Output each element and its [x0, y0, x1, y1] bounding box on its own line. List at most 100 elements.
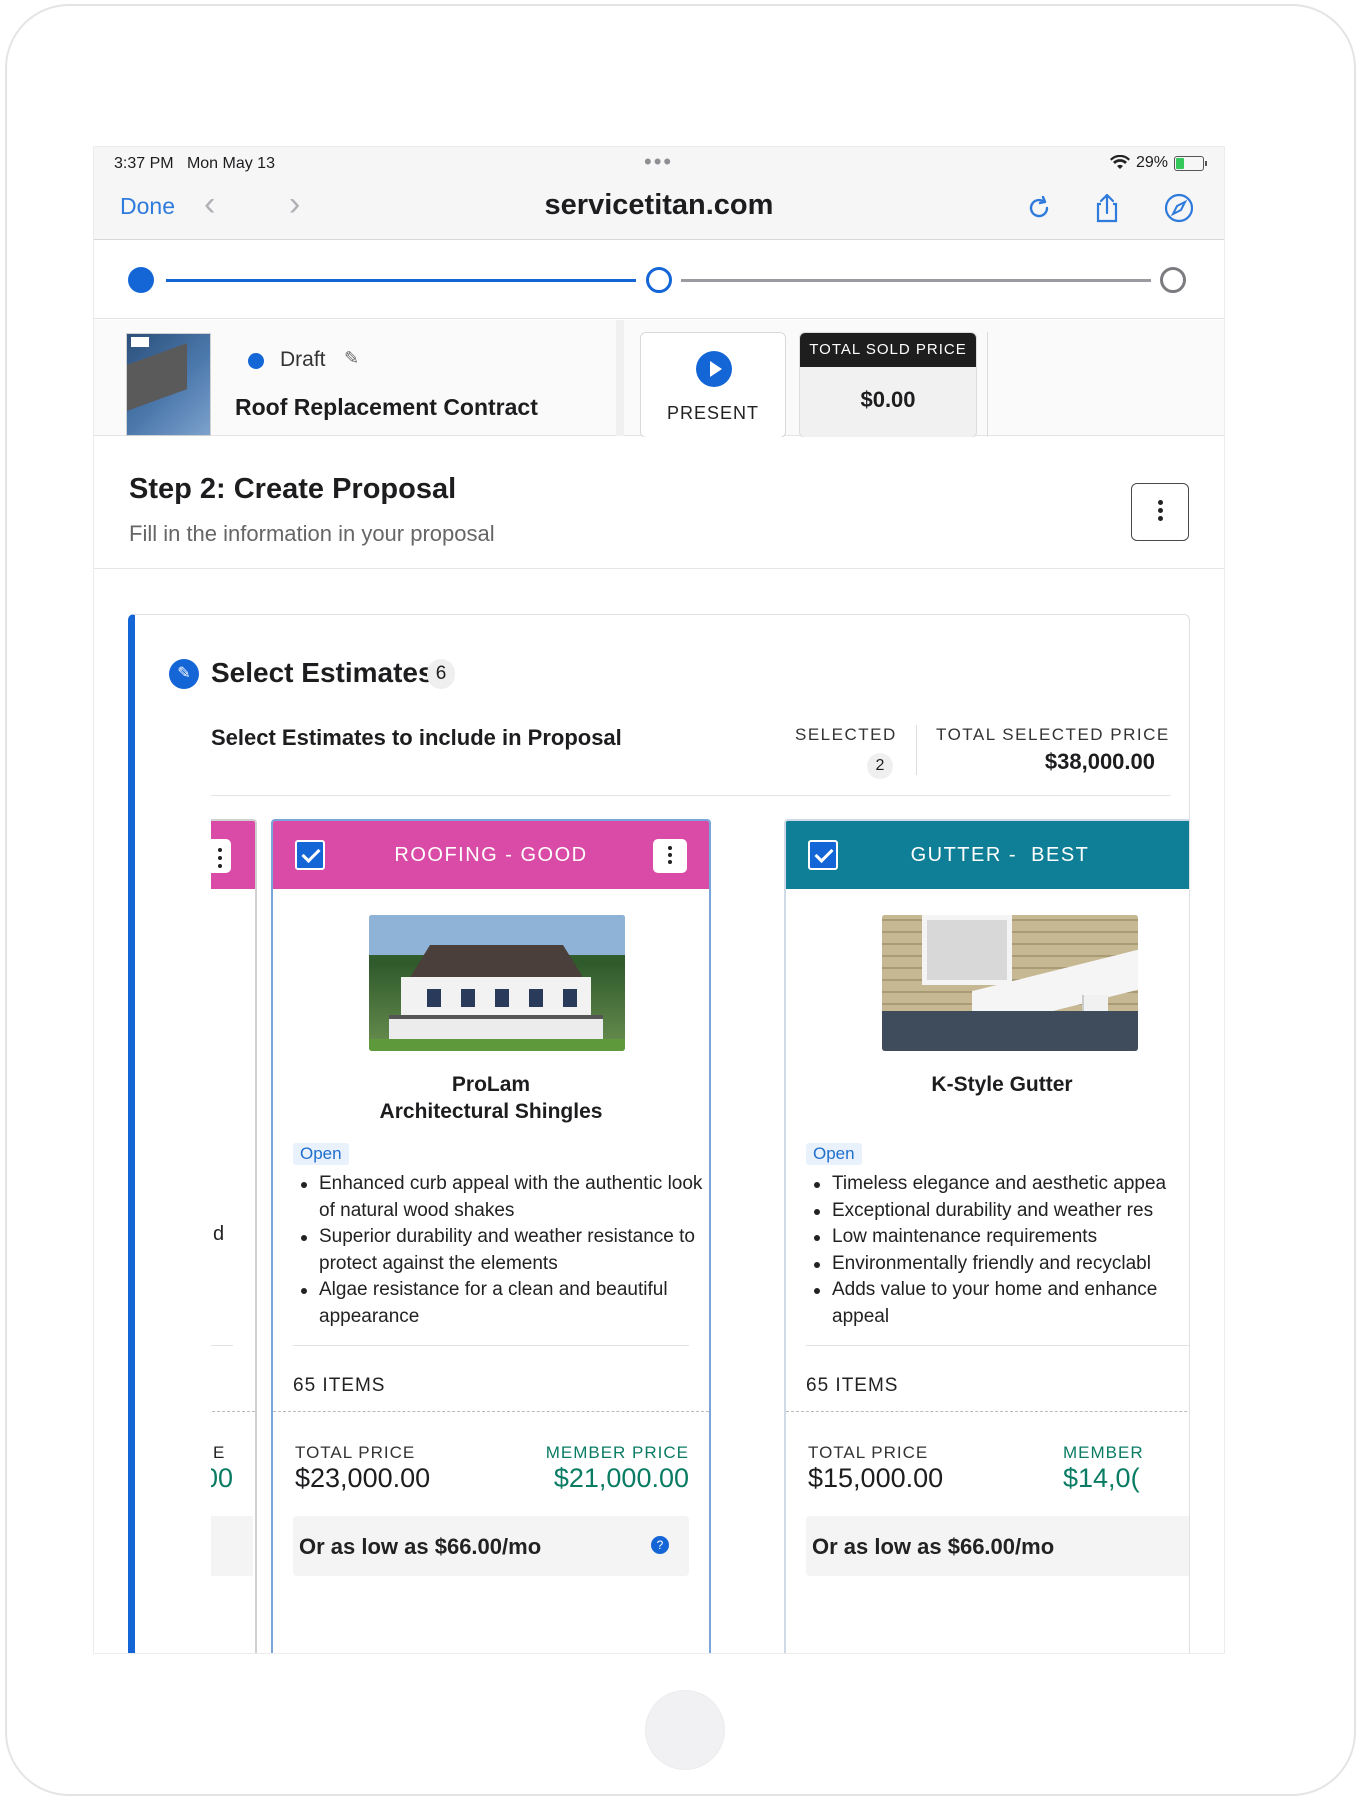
divider — [916, 725, 917, 775]
compass-icon[interactable] — [1162, 191, 1196, 225]
financing-box[interactable]: Or as low as $66.00/mo ? — [293, 1516, 689, 1576]
list-item-continued: appeal — [832, 1305, 890, 1327]
estimate-name: K-Style Gutter — [786, 1071, 1189, 1098]
reload-icon[interactable] — [1022, 191, 1056, 225]
card-header: GUTTER - BEST — [786, 821, 1189, 889]
step-connector — [166, 279, 636, 282]
selected-count-badge: 2 — [867, 753, 893, 779]
divider — [987, 332, 988, 438]
step-title: Step 2: Create Proposal — [129, 473, 457, 505]
kebab-icon[interactable] — [653, 839, 687, 873]
browser-screen: 3:37 PM Mon May 13 ••• 29% Done ‹ › serv… — [93, 146, 1225, 1654]
step-3-indicator[interactable] — [1160, 267, 1186, 293]
kebab-icon[interactable] — [211, 839, 231, 873]
status-dot — [248, 353, 264, 369]
status-label: Draft — [280, 348, 326, 371]
member-price-label: MEMBER — [1063, 1443, 1144, 1462]
panel-subtitle: Select Estimates to include in Proposal — [211, 725, 622, 750]
total-sold-value: $0.00 — [860, 387, 916, 412]
total-price-label: TOTAL PRICE — [808, 1443, 929, 1462]
divider — [293, 1345, 689, 1346]
card-header — [211, 821, 255, 889]
wifi-icon — [1109, 155, 1130, 169]
panel-title: Select Estimates — [211, 657, 434, 688]
divider — [786, 1411, 1189, 1412]
step-2-indicator[interactable] — [646, 267, 672, 293]
progress-stepper — [94, 241, 1224, 319]
chevron-right-icon[interactable]: › — [289, 187, 300, 221]
estimate-card-roofing[interactable]: ROOFING - GOOD ProLam Architectural Shin… — [271, 819, 711, 1653]
total-price-value: $23,000.00 — [295, 1463, 431, 1493]
status-badge: Open — [806, 1143, 862, 1165]
browser-toolbar: Done ‹ › servicetitan.com — [94, 181, 1224, 240]
card-header-title: ROOFING - GOOD — [394, 844, 588, 866]
status-badge: Open — [293, 1143, 349, 1165]
estimate-name-line1: ProLam — [451, 1073, 531, 1096]
proposal-title: Roof Replacement Contract — [235, 394, 538, 420]
check-icon[interactable] — [295, 840, 325, 870]
selected-label: SELECTED — [795, 725, 897, 744]
total-price-value: $15,000.00 — [808, 1463, 944, 1493]
price-label-peek: E — [213, 1443, 225, 1462]
help-icon[interactable]: ? — [651, 1536, 669, 1554]
estimate-name: ProLam Architectural Shingles — [273, 1071, 709, 1125]
estimates-carousel[interactable]: d E 00 ROOFING - GOOD — [211, 819, 1189, 1653]
member-price-value: $21,000.00 — [553, 1463, 689, 1493]
feature-list: Timeless elegance and aesthetic appea Ex… — [806, 1171, 1189, 1330]
multitask-dots-icon[interactable]: ••• — [644, 149, 673, 175]
step-section: Step 2: Create Proposal Fill in the info… — [94, 437, 1224, 569]
divider — [806, 1345, 1189, 1346]
list-item: Enhanced curb appeal with the authentic … — [293, 1171, 703, 1224]
total-selected-value: $38,000.00 — [1044, 749, 1155, 774]
estimate-name-line2: Architectural Shingles — [379, 1100, 603, 1123]
status-time: 3:37 PM Mon May 13 — [114, 155, 275, 172]
status-right: 29% — [1109, 154, 1207, 172]
total-price-label: TOTAL PRICE — [295, 1443, 416, 1462]
home-button[interactable] — [645, 1690, 725, 1770]
list-item: Adds value to your home and enhance — [806, 1277, 1189, 1304]
more-options-button[interactable] — [1131, 483, 1189, 541]
finance-box — [211, 1516, 253, 1576]
list-item: Low maintenance requirements — [806, 1224, 1189, 1251]
battery-percent: 29% — [1135, 154, 1168, 171]
card-header-title: GUTTER - BEST — [910, 844, 1090, 866]
url-text[interactable]: servicetitan.com — [545, 189, 774, 221]
list-item: Exceptional durability and weather res — [806, 1198, 1189, 1225]
total-sold-price-box: TOTAL SOLD PRICE $0.00 — [799, 332, 977, 438]
gutter-image — [882, 915, 1138, 1051]
feature-list: Enhanced curb appeal with the authentic … — [293, 1171, 703, 1330]
step-subtitle: Fill in the information in your proposal — [129, 521, 495, 546]
items-count[interactable]: 65 ITEMS — [293, 1375, 385, 1397]
check-icon[interactable] — [808, 840, 838, 870]
step-1-indicator[interactable] — [128, 267, 154, 293]
chevron-left-icon[interactable]: ‹ — [204, 187, 215, 221]
proposal-thumbnail[interactable] — [126, 333, 211, 436]
select-estimates-panel: ✎ Select Estimates 6 Select Estimates to… — [128, 614, 1190, 1653]
estimate-card-previous[interactable]: d E 00 — [211, 819, 257, 1653]
financing-text: Or as low as $66.00/mo — [299, 1534, 542, 1559]
total-sold-label: TOTAL SOLD PRICE — [800, 333, 976, 367]
divider — [211, 795, 1171, 796]
financing-text: Or as low as $66.00/mo — [812, 1534, 1055, 1559]
list-item: Superior durability and weather resistan… — [293, 1224, 703, 1277]
share-icon[interactable] — [1090, 191, 1124, 225]
estimate-card-gutter[interactable]: GUTTER - BEST K-Style Gutter Open Timele… — [784, 819, 1189, 1653]
member-price-value: $14,0( — [1063, 1463, 1140, 1493]
price-value-peek: 00 — [211, 1463, 234, 1493]
card-header: ROOFING - GOOD — [273, 821, 709, 889]
play-icon — [696, 351, 732, 387]
present-button[interactable]: PRESENT — [640, 332, 786, 438]
list-item: Timeless elegance and aesthetic appea — [806, 1171, 1189, 1198]
financing-box[interactable]: Or as low as $66.00/mo — [806, 1516, 1189, 1576]
estimates-count-badge: 6 — [427, 659, 455, 689]
divider — [616, 320, 624, 436]
estimate-name-line1: K-Style Gutter — [931, 1073, 1073, 1096]
pencil-icon[interactable]: ✎ — [344, 348, 359, 369]
pencil-icon: ✎ — [169, 659, 199, 689]
divider — [273, 1411, 709, 1412]
list-item: Environmentally friendly and recyclabl — [806, 1251, 1189, 1278]
member-price-label: MEMBER PRICE — [545, 1443, 689, 1462]
items-count[interactable]: 65 ITEMS — [806, 1375, 898, 1397]
divider — [211, 1345, 233, 1346]
done-button[interactable]: Done — [120, 193, 175, 220]
